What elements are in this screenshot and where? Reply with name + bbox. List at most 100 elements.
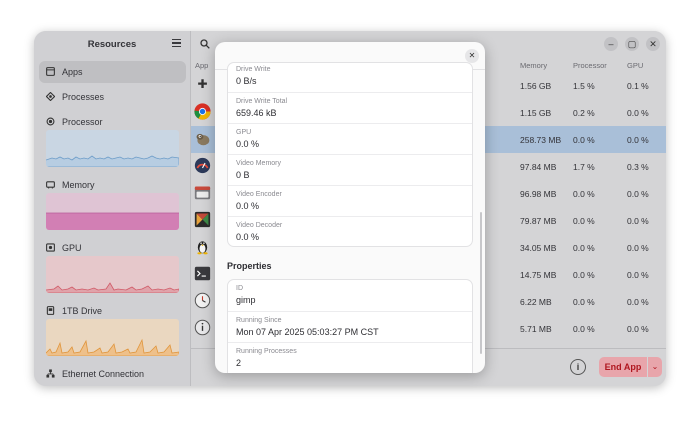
stat-value: 0.0 %: [236, 232, 260, 242]
maximize-button[interactable]: ▢: [625, 37, 639, 51]
memory-value: 14.75 MB: [520, 270, 557, 280]
minimize-button[interactable]: –: [604, 37, 618, 51]
tux-icon: [197, 241, 208, 255]
sidebar-item-label: Processor: [62, 117, 103, 127]
gimp-icon: [196, 133, 210, 146]
stat-row-gpu: GPU 0.0 %: [228, 123, 472, 154]
property-row-running-processes: Running Processes 2: [228, 342, 472, 373]
gpu-value: 0.1 %: [627, 81, 649, 91]
memory-value: 1.15 GB: [520, 108, 552, 118]
processor-value: 0.2 %: [573, 108, 595, 118]
hamburger-menu-icon[interactable]: [172, 39, 181, 47]
column-header-memory[interactable]: Memory: [520, 61, 547, 70]
chevron-down-icon: ⌄: [651, 362, 659, 371]
processor-value: 0.0 %: [573, 297, 595, 307]
sidebar-item-label: Ethernet Connection: [62, 369, 145, 379]
stat-key: Video Encoder: [236, 191, 282, 198]
memory-value: 34.05 MB: [520, 243, 557, 253]
sidebar-item-label: 1TB Drive: [62, 306, 103, 316]
gpu-value: 0.0 %: [627, 324, 649, 334]
processor-value: 1.7 %: [573, 162, 595, 172]
processor-graph: [46, 130, 179, 167]
stat-value: 0.0 %: [236, 139, 260, 149]
memory-value: 5.71 MB: [520, 324, 552, 334]
dialog-scrollbar[interactable]: [480, 212, 482, 354]
drive-graph: [46, 319, 179, 356]
memory-value: 1.56 GB: [520, 81, 552, 91]
processes-icon: [46, 92, 55, 101]
gpu-value: 0.0 %: [627, 270, 649, 280]
apps-icon: [46, 67, 55, 76]
stat-row-video-memory: Video Memory 0 B: [228, 154, 472, 185]
gpu-value: 0.0 %: [627, 135, 649, 145]
processor-value: 0.0 %: [573, 135, 595, 145]
memory-value: 96.98 MB: [520, 189, 557, 199]
sidebar-title: Resources: [87, 39, 137, 50]
dialog-close-button[interactable]: ✕: [465, 49, 479, 63]
gauge-icon: [194, 157, 211, 174]
info-app-icon: [194, 319, 211, 336]
memory-value: 258.73 MB: [520, 135, 562, 145]
processor-value: 0.0 %: [573, 189, 595, 199]
processor-value: 0.0 %: [573, 243, 595, 253]
sidebar-item-label: GPU: [62, 243, 82, 253]
gpu-graph: [46, 256, 179, 293]
sidebar-item-label: Memory: [62, 180, 95, 190]
end-app-dropdown-button[interactable]: ⌄: [648, 357, 662, 377]
network-icon: [46, 369, 55, 378]
stat-value: 0 B/s: [236, 76, 257, 86]
processor-value: 0.0 %: [573, 216, 595, 226]
property-row-id: ID gimp: [228, 280, 472, 311]
sidebar-header: Resources: [34, 31, 190, 59]
gpu-value: 0.3 %: [627, 162, 649, 172]
processor-value: 0.0 %: [573, 324, 595, 334]
sidebar-item-ethernet[interactable]: Ethernet Connection: [39, 363, 186, 385]
clock-icon: [194, 292, 211, 309]
puzzle-icon: ✚: [197, 77, 208, 91]
stat-key: Drive Write Total: [236, 98, 288, 105]
column-header-processor[interactable]: Processor: [573, 61, 607, 70]
colorful-app-icon: [194, 211, 211, 228]
info-button[interactable]: i: [570, 359, 586, 375]
gpu-value: 0.0 %: [627, 243, 649, 253]
memory-value: 79.87 MB: [520, 216, 557, 226]
memory-icon: [46, 181, 55, 189]
stat-row-video-decoder: Video Decoder 0.0 %: [228, 216, 472, 246]
stat-value: 659.46 kB: [236, 108, 277, 118]
sidebar-item-apps[interactable]: Apps: [39, 61, 186, 83]
gpu-value: 0.0 %: [627, 216, 649, 226]
drive-icon: [46, 306, 55, 315]
stat-key: Drive Write: [236, 66, 271, 73]
sidebar: Resources Apps Processes Processor Memor…: [34, 31, 191, 386]
stat-value: 0.0 %: [236, 201, 260, 211]
sidebar-item-label: Processes: [62, 92, 105, 102]
close-icon: ✕: [468, 51, 476, 60]
stat-row-drive-write-total: Drive Write Total 659.46 kB: [228, 92, 472, 123]
end-app-button[interactable]: End App: [599, 357, 647, 377]
property-value: gimp: [236, 295, 256, 305]
processor-value: 0.0 %: [573, 270, 595, 280]
stat-row-drive-write: Drive Write 0 B/s: [228, 63, 472, 92]
search-icon[interactable]: [200, 39, 210, 49]
processor-value: 1.5 %: [573, 81, 595, 91]
files-icon: [194, 186, 211, 200]
close-window-button[interactable]: ✕: [646, 37, 660, 51]
properties-heading: Properties: [227, 261, 272, 271]
property-key: Running Since: [236, 317, 282, 324]
gpu-value: 0.0 %: [627, 189, 649, 199]
memory-value: 6.22 MB: [520, 297, 552, 307]
memory-graph: [46, 193, 179, 230]
sidebar-item-label: Apps: [62, 67, 83, 77]
chrome-icon: [194, 103, 211, 120]
property-value: Mon 07 Apr 2025 05:03:27 PM CST: [236, 327, 379, 337]
column-header-app[interactable]: App: [195, 61, 208, 70]
property-key: ID: [236, 285, 243, 292]
memory-value: 97.84 MB: [520, 162, 557, 172]
property-value: 2: [236, 358, 242, 368]
processor-icon: [46, 117, 55, 126]
sidebar-item-processes[interactable]: Processes: [39, 86, 186, 108]
property-key: Running Processes: [236, 348, 297, 355]
stat-row-video-encoder: Video Encoder 0.0 %: [228, 185, 472, 216]
stat-key: Video Decoder: [236, 222, 283, 229]
column-header-gpu[interactable]: GPU: [627, 61, 643, 70]
